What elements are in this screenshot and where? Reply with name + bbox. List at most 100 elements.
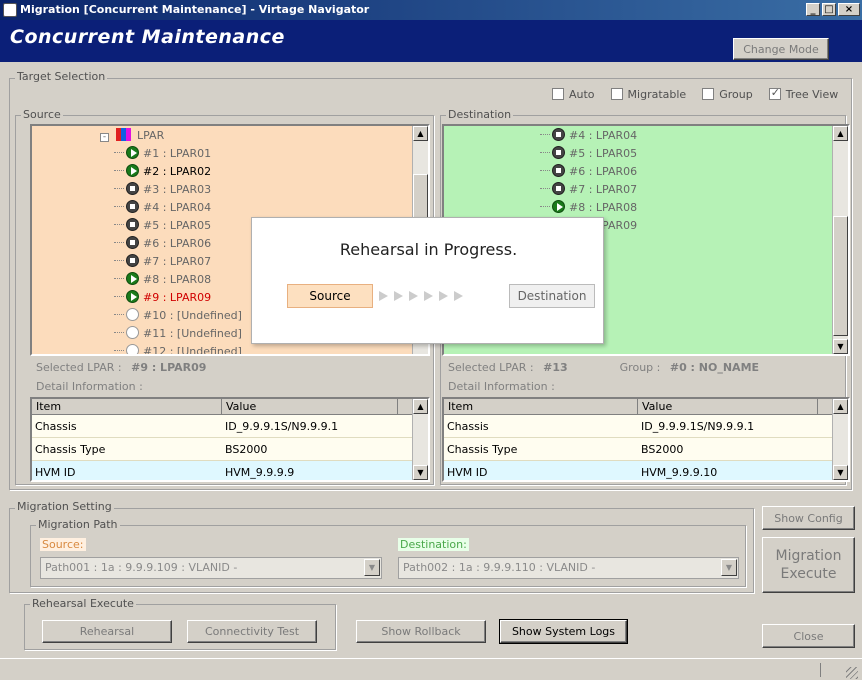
- stopped-lpar-icon: [552, 146, 565, 159]
- group-checkbox[interactable]: Group: [702, 88, 753, 101]
- show-rollback-button[interactable]: Show Rollback: [356, 620, 486, 643]
- scroll-up-icon[interactable]: ▲: [833, 126, 848, 141]
- change-mode-button[interactable]: Change Mode: [733, 38, 829, 60]
- selected-lpar-value: #13: [543, 361, 568, 374]
- destination-selected-lpar: Selected LPAR : #13 Group : #0 : NO_NAME: [448, 361, 759, 374]
- chevron-down-icon[interactable]: ▼: [364, 559, 380, 576]
- resize-grip-icon[interactable]: [846, 667, 858, 679]
- tree-item[interactable]: #5 : LPAR05: [540, 145, 637, 163]
- auto-checkbox[interactable]: Auto: [552, 88, 595, 101]
- destination-table-scrollbar[interactable]: ▲ ▼: [832, 399, 848, 480]
- tree-connector: [114, 260, 124, 261]
- tree-view-checkbox-box[interactable]: [768, 86, 781, 100]
- tree-item-label: #1 : LPAR01: [143, 147, 212, 160]
- tree-item[interactable]: #8 : LPAR08: [114, 271, 211, 289]
- running-lpar-icon: [126, 146, 139, 159]
- cell-item: Chassis: [447, 420, 489, 433]
- tree-item[interactable]: #9 : LPAR09: [114, 289, 211, 307]
- source-path-select[interactable]: Path001 : 1a : 9.9.9.109 : VLANID - ▼: [40, 557, 382, 579]
- selected-lpar-value: #9 : LPAR09: [131, 361, 207, 374]
- destination-path-select[interactable]: Path002 : 1a : 9.9.9.110 : VLANID - ▼: [398, 557, 739, 579]
- stopped-lpar-icon: [552, 164, 565, 177]
- cell-value: HVM_9.9.9.9: [225, 466, 295, 479]
- tree-item[interactable]: #1 : LPAR01: [114, 145, 211, 163]
- scroll-down-icon[interactable]: ▼: [413, 465, 428, 480]
- tree-item-label: #3 : LPAR03: [143, 183, 212, 196]
- minimize-button[interactable]: _: [806, 3, 820, 16]
- tree-connector: [114, 314, 124, 315]
- table-row: HVM ID HVM_9.9.9.9: [32, 461, 428, 480]
- table-row: Chassis ID_9.9.9.1S/N9.9.9.1: [32, 415, 428, 438]
- scroll-down-icon[interactable]: ▼: [833, 339, 848, 354]
- tree-item[interactable]: #10 : [Undefined]: [114, 307, 242, 325]
- tree-item-label: #10 : [Undefined]: [143, 309, 242, 322]
- tree-view-label: Tree View: [785, 88, 839, 101]
- tree-connector: [114, 278, 124, 279]
- status-bar: [0, 658, 862, 680]
- group-checkbox-box[interactable]: [702, 88, 715, 100]
- tree-item[interactable]: #3 : LPAR03: [114, 181, 211, 199]
- running-lpar-icon: [552, 200, 565, 213]
- scroll-thumb[interactable]: [833, 216, 848, 336]
- close-button[interactable]: Close: [762, 624, 855, 648]
- tree-item[interactable]: #4 : LPAR04: [540, 127, 637, 145]
- maximize-button[interactable]: □: [822, 3, 836, 16]
- show-config-button[interactable]: Show Config: [762, 506, 855, 530]
- tree-item-label: #9 : LPAR09: [143, 291, 212, 304]
- table-row: Chassis Type BS2000: [444, 438, 848, 461]
- tree-item[interactable]: #7 : LPAR07: [540, 181, 637, 199]
- tree-item[interactable]: #7 : LPAR07: [114, 253, 211, 271]
- migratable-checkbox[interactable]: Migratable: [610, 88, 686, 101]
- rehearsal-button[interactable]: Rehearsal: [42, 620, 172, 643]
- header-item: Item: [32, 399, 222, 414]
- cell-item: HVM ID: [35, 466, 76, 479]
- tree-root-lpar[interactable]: - LPAR: [100, 127, 164, 145]
- scroll-up-icon[interactable]: ▲: [833, 399, 848, 414]
- tree-item-label: #5 : LPAR05: [569, 147, 638, 160]
- tree-item[interactable]: #8 : LPAR08: [540, 199, 637, 217]
- scroll-up-icon[interactable]: ▲: [413, 399, 428, 414]
- tree-item[interactable]: #6 : LPAR06: [540, 163, 637, 181]
- close-window-button[interactable]: ×: [838, 3, 860, 16]
- tree-item[interactable]: #11 : [Undefined]: [114, 325, 242, 343]
- progress-source-box: Source: [287, 284, 373, 308]
- tree-root-label: LPAR: [137, 129, 165, 142]
- tree-item[interactable]: #12 : [Undefined]: [114, 343, 242, 354]
- cell-value: ID_9.9.9.1S/N9.9.9.1: [225, 420, 339, 433]
- tree-item[interactable]: #2 : LPAR02: [114, 163, 211, 181]
- table-row: HVM ID HVM_9.9.9.10: [444, 461, 848, 480]
- tree-connector: [114, 152, 124, 153]
- chevron-down-icon[interactable]: ▼: [721, 559, 737, 576]
- migratable-checkbox-box[interactable]: [610, 88, 623, 100]
- tree-item-label: #4 : LPAR04: [143, 201, 212, 214]
- target-selection-label: Target Selection: [15, 70, 108, 83]
- stopped-lpar-icon: [126, 254, 139, 267]
- destination-detail-table: Item Value Chassis ID_9.9.9.1S/N9.9.9.1 C…: [442, 397, 850, 482]
- cell-value: BS2000: [641, 443, 684, 456]
- tree-item[interactable]: #5 : LPAR05: [114, 217, 211, 235]
- tree-item[interactable]: #4 : LPAR04: [114, 199, 211, 217]
- scroll-up-icon[interactable]: ▲: [413, 126, 428, 141]
- tree-item[interactable]: #6 : LPAR06: [114, 235, 211, 253]
- source-table-scrollbar[interactable]: ▲ ▼: [412, 399, 428, 480]
- table-header: Item Value: [444, 399, 848, 415]
- connectivity-test-button[interactable]: Connectivity Test: [187, 620, 317, 643]
- tree-view-checkbox[interactable]: Tree View: [768, 86, 839, 101]
- header-item: Item: [444, 399, 638, 414]
- group-field-value: #0 : NO_NAME: [669, 361, 760, 374]
- source-group-label: Source: [21, 108, 63, 121]
- tree-connector: [114, 332, 124, 333]
- auto-checkbox-box[interactable]: [552, 88, 564, 100]
- show-system-logs-button[interactable]: Show System Logs: [499, 619, 628, 644]
- stopped-lpar-icon: [126, 236, 139, 249]
- destination-path-label: Destination:: [398, 538, 469, 551]
- destination-tree-scrollbar[interactable]: ▲ ▼: [832, 126, 848, 354]
- header-value: Value: [638, 399, 818, 414]
- cell-item: Chassis Type: [35, 443, 106, 456]
- stopped-lpar-icon: [126, 182, 139, 195]
- app-icon: [3, 3, 17, 17]
- scroll-down-icon[interactable]: ▼: [833, 465, 848, 480]
- auto-label: Auto: [569, 88, 595, 101]
- tree-item-label: #2 : LPAR02: [143, 165, 212, 178]
- migration-execute-button[interactable]: Migration Execute: [762, 537, 855, 593]
